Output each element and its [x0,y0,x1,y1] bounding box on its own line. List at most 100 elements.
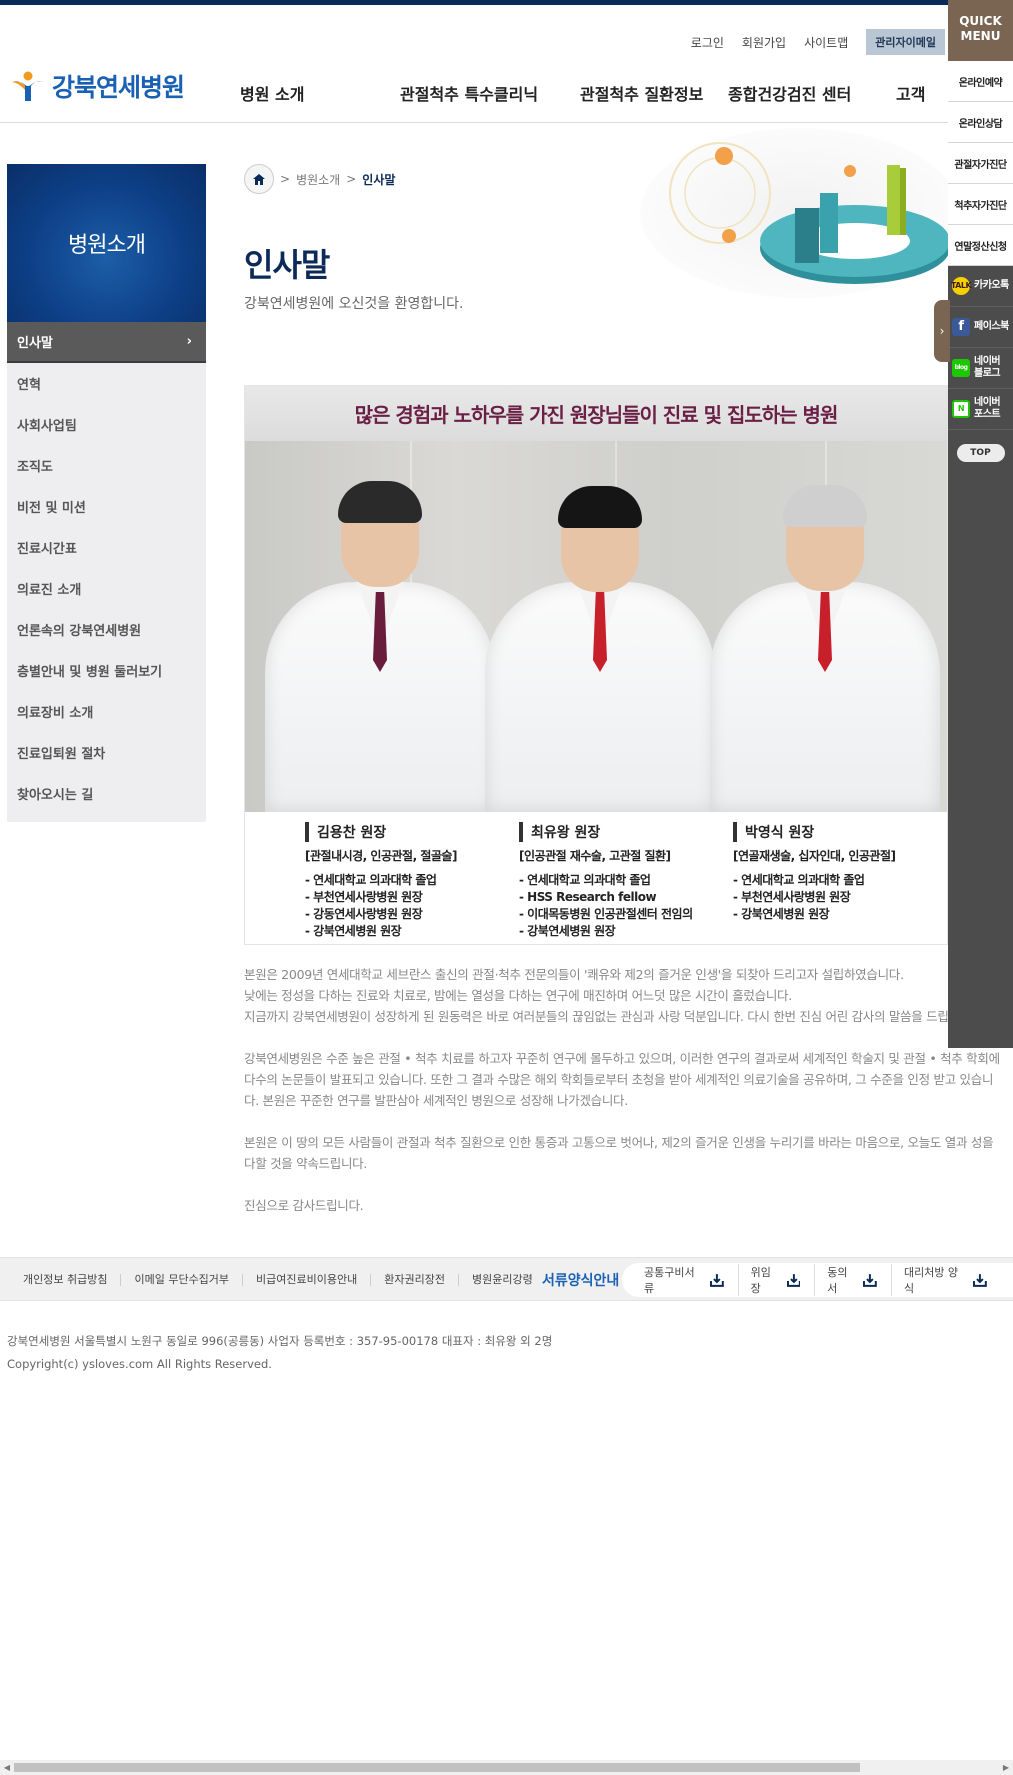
sidebar-item-admission[interactable]: 진료입퇴원 절차 [7,732,206,773]
quick-joint-self-check[interactable]: 관절자가진단 [948,143,1013,184]
doctor-bio: 김용찬 원장 [관절내시경, 인공관절, 절골술] - 연세대학교 의과대학 졸… [305,822,519,944]
sidebar-item-history[interactable]: 연혁 [7,363,206,404]
quick-tax-settlement[interactable]: 연말정산신청 [948,225,1013,266]
doctor-figure-2 [485,482,715,812]
doctor-career: - 강북연세병원 원장 [733,907,830,921]
logo-text: 강북연세병원 [52,73,185,102]
quick-menu-title: QUICK MENU [948,0,1013,61]
signup-link[interactable]: 회원가입 [742,34,786,51]
footer-link-patient-rights[interactable]: 환자권리장전 [371,1274,459,1286]
download-power-of-attorney[interactable]: 위임장 [751,1264,816,1296]
footer-link-email-refusal[interactable]: 이메일 무단수집거부 [121,1274,244,1286]
sidebar-item-greeting[interactable]: 인사말 › [7,322,206,363]
sitemap-link[interactable]: 사이트맵 [804,34,848,51]
site-header: 로그인 회원가입 사이트맵 관리자이메일 강북연세병원 병원 소개 관절척추 특… [0,5,1013,123]
doctor-figure-3 [710,477,940,812]
doctor-specialty: [연골재생술, 십자인대, 인공관절] [733,849,896,863]
quick-naver-post[interactable]: N 네이버 포스트 [948,389,1013,430]
sidebar-item-directions[interactable]: 찾아오시는 길 [7,773,206,814]
horizontal-scrollbar[interactable]: ◀ ▶ [0,1760,1013,1775]
header-decoration-graphic [640,128,948,298]
doctor-name: 최유왕 원장 [519,822,733,842]
sidebar-item-schedule[interactable]: 진료시간표 [7,527,206,568]
greeting-paragraph: 본원은 2009년 연세대학교 세브란스 출신의 관절·척추 전문의들이 '쾌유… [244,967,949,1024]
doctor-career: - 부천연세사랑병원 원장 [305,890,423,904]
copyright: Copyright(c) ysloves.com All Rights Rese… [7,1357,272,1371]
doctor-career: - 이대목동병원 인공관절센터 전임의 [519,907,693,921]
gnb-item-about[interactable]: 병원 소개 [240,81,400,105]
quick-spine-self-check[interactable]: 척추자가진단 [948,184,1013,225]
doctor-career: - HSS Research fellow [519,890,657,904]
sidebar-item-vision[interactable]: 비전 및 미션 [7,486,206,527]
greeting-paragraph: 본원은 이 땅의 모든 사람들이 관절과 척추 질환으로 인한 통증과 고통으로… [244,1135,994,1171]
home-icon[interactable] [244,164,274,194]
greeting-text: 본원은 2009년 연세대학교 세브란스 출신의 관절·척추 전문의들이 '쾌유… [244,964,1004,1237]
gnb-item-disease-info[interactable]: 관절척추 질환정보 [580,81,728,105]
sidebar-item-press[interactable]: 언론속의 강북연세병원 [7,609,206,650]
sidebar-item-social-work[interactable]: 사회사업팀 [7,404,206,445]
naver-post-icon: N [952,400,970,418]
page-title: 인사말 [244,246,330,284]
doctor-career: - 부천연세사랑병원 원장 [733,890,851,904]
banner-headline: 많은 경험과 노하우를 가진 원장님들이 진료 및 집도하는 병원 [245,386,947,441]
doctor-name: 박영식 원장 [733,822,947,842]
page-subtitle: 강북연세병원에 오신것을 환영합니다. [244,296,464,312]
download-common-docs[interactable]: 공통구비서류 [644,1264,739,1296]
breadcrumb: > 병원소개 > 인사말 [244,164,395,194]
footer-link-ethics[interactable]: 병원윤리강령 [459,1274,546,1286]
company-info: 강북연세병원 서울특별시 노원구 동일로 996(공릉동) 사업자 등록번호 :… [7,1330,552,1376]
quick-online-reservation[interactable]: 온라인예약 [948,61,1013,102]
facebook-icon: f [952,318,970,336]
main-navigation: 병원 소개 관절척추 특수클리닉 관절척추 질환정보 종합건강검진 센터 고객 [240,81,956,105]
sidebar-title: 병원소개 [7,164,206,322]
gnb-item-customer[interactable]: 고객 [896,81,956,105]
sidebar-item-floor-guide[interactable]: 층별안내 및 병원 둘러보기 [7,650,206,691]
footer-link-privacy[interactable]: 개인정보 취급방침 [10,1274,122,1286]
download-proxy-prescription[interactable]: 대리처방 양식 [904,1264,1001,1296]
quick-online-consult[interactable]: 온라인상담 [948,102,1013,143]
naver-blog-icon: blog [952,359,970,377]
quick-menu: QUICK MENU 온라인예약 온라인상담 관절자가진단 척추자가진단 연말정… [948,0,1013,1048]
docs-guide-title: 서류양식안내 [542,1273,620,1289]
doctors-banner: 많은 경험과 노하우를 가진 원장님들이 진료 및 집도하는 병원 김용찬 원장… [244,385,948,945]
scroll-top-button[interactable]: TOP [956,444,1005,462]
site-logo[interactable]: 강북연세병원 [10,68,185,104]
sidebar: 병원소개 인사말 › 연혁 사회사업팀 조직도 비전 및 미션 진료시간표 의료진… [7,164,206,822]
scroll-right-arrow-icon[interactable]: ▶ [999,1760,1013,1775]
sidebar-menu: 인사말 › 연혁 사회사업팀 조직도 비전 및 미션 진료시간표 의료진 소개 언… [7,322,206,822]
doctor-career: - 연세대학교 의과대학 졸업 [733,873,865,887]
footer-links: 개인정보 취급방침 이메일 무단수집거부 비급여진료비이용안내 환자권리장전 병… [10,1258,546,1302]
doctor-name: 김용찬 원장 [305,822,519,842]
gnb-item-health-checkup[interactable]: 종합건강검진 센터 [728,81,896,105]
download-icon [973,1274,987,1287]
breadcrumb-current: 인사말 [362,172,396,187]
download-icon [786,1274,801,1287]
login-link[interactable]: 로그인 [691,34,724,51]
download-consent-form[interactable]: 동의서 [827,1264,892,1296]
sidebar-item-doctors[interactable]: 의료진 소개 [7,568,206,609]
doctor-career: - 연세대학교 의과대학 졸업 [305,873,437,887]
quick-facebook[interactable]: f 페이스북 [948,307,1013,348]
download-icon [863,1274,877,1287]
sidebar-item-equipment[interactable]: 의료장비 소개 [7,691,206,732]
quick-kakaotalk[interactable]: TALK 카카오톡 [948,266,1013,307]
gnb-item-special-clinic[interactable]: 관절척추 특수클리닉 [400,81,580,105]
greeting-paragraph: 강북연세병원은 수준 높은 관절 • 척추 치료를 하고자 꾸준히 연구에 몰두… [244,1051,1000,1108]
admin-mail-button[interactable]: 관리자이메일 [866,29,945,55]
scroll-left-arrow-icon[interactable]: ◀ [0,1760,14,1775]
doctor-specialty: [관절내시경, 인공관절, 절골술] [305,849,457,863]
doctors-photo [245,441,947,812]
docs-download-list: 공통구비서류 위임장 동의서 대리처방 양식 [622,1263,1013,1297]
doctors-info: 김용찬 원장 [관절내시경, 인공관절, 절골술] - 연세대학교 의과대학 졸… [245,812,947,944]
download-icon [709,1274,724,1287]
breadcrumb-item-about[interactable]: 병원소개 [296,171,340,188]
sidebar-item-organization[interactable]: 조직도 [7,445,206,486]
quick-naver-blog[interactable]: blog 네이버 블로그 [948,348,1013,389]
company-address: 강북연세병원 서울특별시 노원구 동일로 996(공릉동) 사업자 등록번호 :… [7,1334,553,1348]
scrollbar-thumb[interactable] [14,1763,860,1772]
logo-icon [10,70,46,102]
footer-link-noncovered-fees[interactable]: 비급여진료비이용안내 [243,1274,372,1286]
chevron-right-icon: › [186,334,192,349]
quick-menu-toggle[interactable]: › [934,300,950,362]
breadcrumb-separator: > [346,172,357,186]
